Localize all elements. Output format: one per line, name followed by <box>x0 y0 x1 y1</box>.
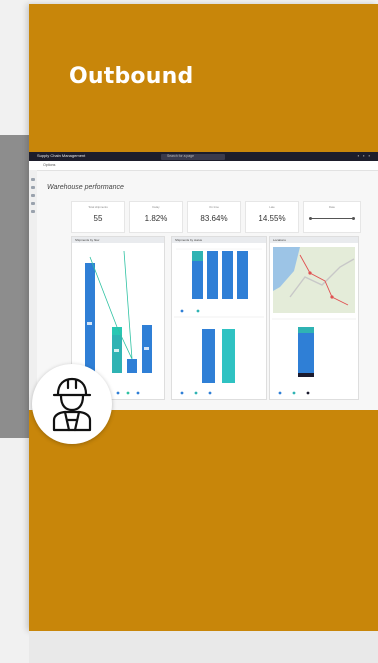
top-bar-icons: ▪▪▪ <box>357 153 374 158</box>
chart-bar <box>207 251 218 299</box>
map-marker <box>330 295 334 299</box>
bottom-strip <box>29 631 378 663</box>
legend-dot <box>196 309 200 313</box>
map-marker <box>308 271 312 275</box>
background-panel-gray <box>0 135 29 438</box>
chart-bar <box>298 327 314 333</box>
locations-chart-svg <box>272 247 356 395</box>
kpi-value: 14.55% <box>258 214 286 223</box>
background-panel-bottom <box>0 438 29 663</box>
legend-dot <box>126 391 130 395</box>
legend-dot <box>292 391 296 395</box>
app-name: Supply Chain Management <box>37 153 86 158</box>
chart-bar <box>298 373 314 377</box>
date-slider-handle <box>352 216 355 220</box>
chart-bar <box>202 329 215 383</box>
chart-bar <box>222 329 235 383</box>
chart-bar <box>192 261 203 299</box>
legend-dot <box>306 391 310 395</box>
chart-panel-locations: Locations <box>269 236 359 400</box>
app-top-bar: Supply Chain Management Search for a pag… <box>29 152 378 161</box>
avatar <box>32 364 112 444</box>
date-slider-track <box>310 218 354 219</box>
legend-dot <box>180 309 184 313</box>
legend-dot <box>278 391 282 395</box>
card-title: Outbound <box>69 64 194 89</box>
kpi-label: Late <box>269 205 275 209</box>
chart-bar <box>112 335 122 373</box>
legend-dot <box>136 391 140 395</box>
date-slider-handle <box>309 216 312 220</box>
kpi-value: 1.82% <box>144 214 168 223</box>
search-placeholder: Search for a page <box>167 154 194 158</box>
trend-line <box>89 250 133 360</box>
chart-bar <box>222 251 233 299</box>
data-label-chip <box>144 347 149 350</box>
nav-item: Options <box>43 163 56 167</box>
kpi-tile: Delay 1.82% <box>129 201 183 233</box>
kpi-tile: On time 83.64% <box>187 201 241 233</box>
kpi-tile: Total shipments 55 <box>71 201 125 233</box>
app-nav-bar: Options <box>29 161 378 171</box>
legend-dot <box>208 391 212 395</box>
chart-bar <box>127 359 137 373</box>
kpi-value: 83.64% <box>200 214 228 223</box>
legend-dot <box>180 391 184 395</box>
data-label-chip <box>114 349 119 352</box>
chart-bar <box>298 331 314 373</box>
kpi-tile: Late 14.55% <box>245 201 299 233</box>
kpi-date-slicer: Date <box>303 201 361 233</box>
status-chart-svg <box>174 248 264 395</box>
kpi-value: 55 <box>93 214 103 223</box>
kpi-label: Date <box>329 205 335 209</box>
chart-panel-status: Shipments by status <box>171 236 267 400</box>
kpi-label: Total shipments <box>88 205 108 209</box>
report-title: Warehouse performance <box>47 184 124 191</box>
app-left-nav <box>29 170 37 410</box>
chart-bar <box>237 251 248 299</box>
legend-dot <box>116 391 120 395</box>
kpi-label: Delay <box>152 205 160 209</box>
search-box: Search for a page <box>161 153 225 160</box>
chart-bar <box>85 263 95 373</box>
kpi-label: On time <box>209 205 219 209</box>
legend-dot <box>194 391 198 395</box>
data-label-chip <box>87 322 92 325</box>
construction-worker-icon <box>52 377 92 432</box>
background-panel-top <box>0 0 29 135</box>
